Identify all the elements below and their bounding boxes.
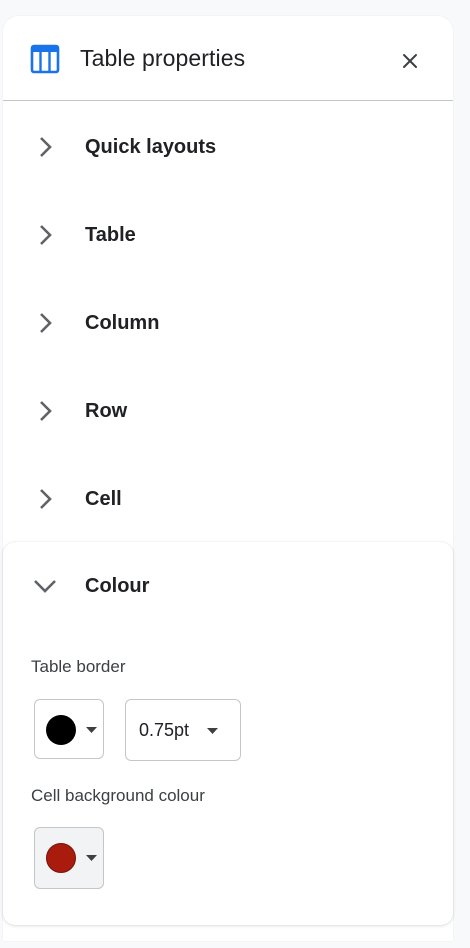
section-label: Cell (85, 488, 122, 510)
section-colour[interactable]: Colour (3, 542, 453, 630)
chevron-right-icon (40, 137, 52, 157)
chevron-right-icon (40, 313, 52, 333)
border-weight-value: 0.75pt (139, 720, 190, 740)
cell-background-color-button[interactable] (34, 827, 104, 889)
panel-title: Table properties (80, 45, 246, 71)
border-weight-dropdown[interactable]: 0.75pt (125, 699, 241, 761)
table-border-label: Table border (31, 657, 126, 676)
panel-header: Table properties (3, 16, 453, 101)
border-color-swatch (46, 715, 76, 745)
close-button[interactable] (393, 46, 427, 76)
chevron-down-icon (34, 580, 56, 593)
colour-section-card: Colour Table border 0.75pt Cell backgrou… (3, 542, 453, 925)
cell-background-label: Cell background colour (31, 786, 205, 805)
section-label: Colour (85, 575, 150, 597)
table-icon (30, 44, 60, 74)
chevron-right-icon (40, 489, 52, 509)
section-label: Row (85, 400, 128, 422)
section-label: Column (85, 312, 160, 334)
caret-down-icon (86, 727, 97, 733)
caret-down-icon (207, 728, 218, 734)
section-label: Table (85, 224, 136, 246)
section-column[interactable]: Column (3, 279, 453, 367)
chevron-right-icon (40, 225, 52, 245)
chevron-right-icon (40, 401, 52, 421)
caret-down-icon (86, 855, 97, 861)
section-quick-layouts[interactable]: Quick layouts (3, 103, 453, 191)
border-color-button[interactable] (34, 699, 104, 759)
section-table[interactable]: Table (3, 191, 453, 279)
section-row[interactable]: Row (3, 367, 453, 455)
cell-background-swatch (46, 843, 76, 873)
close-icon (403, 54, 417, 68)
section-label: Quick layouts (85, 136, 217, 158)
section-cell[interactable]: Cell (3, 455, 453, 543)
table-properties-panel: Table properties Quick layouts Table Col… (3, 16, 453, 941)
